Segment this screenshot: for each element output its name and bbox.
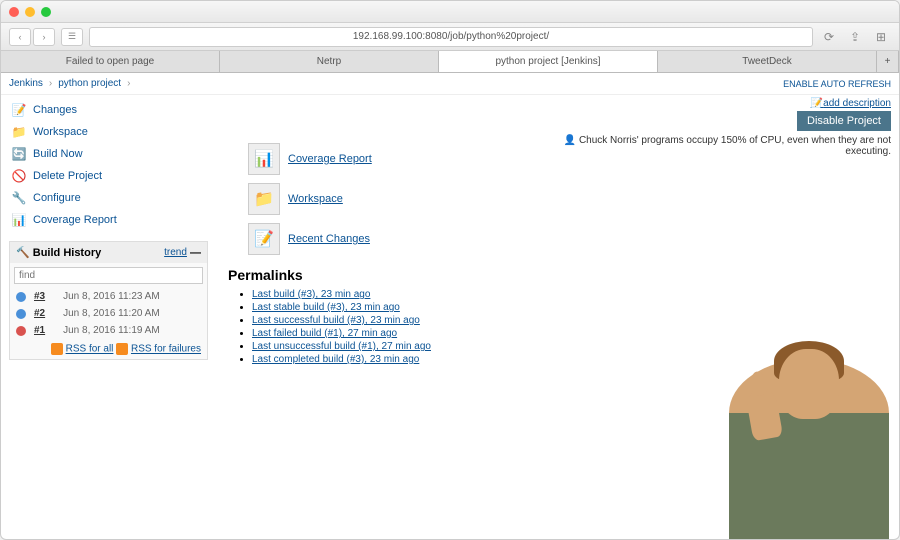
breadcrumb-root[interactable]: Jenkins [9, 78, 43, 89]
build-row[interactable]: #3 Jun 8, 2016 11:23 AM [10, 288, 207, 305]
coverage-report-main-icon: 📊 [248, 143, 280, 175]
tab-0[interactable]: Failed to open page [1, 51, 220, 72]
build-number: #3 [34, 291, 45, 302]
sidebar-item-configure[interactable]: 🔧 Configure [9, 187, 208, 209]
content: 📝 Changes 📁 Workspace 🔄 Build Now 🚫 Delete Proj… [1, 95, 899, 539]
share-icon[interactable]: ⇪ [845, 28, 865, 46]
build-history-title: Build History [33, 247, 101, 259]
workspace-icon: 📁 [11, 124, 27, 140]
build-row[interactable]: #1 Jun 8, 2016 11:19 AM [10, 322, 207, 339]
new-tab-button[interactable]: + [877, 51, 899, 72]
coverage-report-icon: 📊 [11, 212, 27, 228]
build-number: #2 [34, 308, 45, 319]
coverage-report-main-link[interactable]: Coverage Report [288, 153, 372, 165]
sidebar-item-changes[interactable]: 📝 Changes [9, 99, 208, 121]
permalink-item: Last failed build (#1), 27 min ago [252, 328, 887, 339]
sidebar-item-label: Configure [33, 192, 81, 204]
add-description-link[interactable]: 📝add description [811, 98, 891, 109]
permalink-link[interactable]: Last completed build (#3), 23 min ago [252, 354, 419, 365]
permalink-item: Last successful build (#3), 23 min ago [252, 315, 887, 326]
build-date: Jun 8, 2016 11:20 AM [63, 308, 160, 319]
recent-changes-main-icon: 📝 [248, 223, 280, 255]
permalink-item: Last stable build (#3), 23 min ago [252, 302, 887, 313]
edit-icon: 📝 [811, 98, 823, 109]
breadcrumb-project[interactable]: python project [58, 78, 121, 89]
status-ball-icon [16, 309, 26, 319]
sidebar-item-coverage-report[interactable]: 📊 Coverage Report [9, 209, 208, 231]
rss-icon [51, 343, 63, 355]
recent-changes-main: 📝 Recent Changes [248, 223, 887, 255]
window-controls [9, 7, 51, 17]
chevron-right-icon: › [49, 78, 52, 89]
permalink-link[interactable]: Last successful build (#3), 23 min ago [252, 315, 420, 326]
configure-icon: 🔧 [11, 190, 27, 206]
toolbar: ‹ › ☰ 192.168.99.100:8080/job/python%20p… [1, 23, 899, 51]
sidebar-item-label: Workspace [33, 126, 88, 138]
sidebar-item-delete-project[interactable]: 🚫 Delete Project [9, 165, 208, 187]
permalink-link[interactable]: Last failed build (#1), 27 min ago [252, 328, 397, 339]
chuck-icon: 👤 [564, 135, 576, 146]
permalink-link[interactable]: Last stable build (#3), 23 min ago [252, 302, 400, 313]
tab-2[interactable]: python project [Jenkins] [439, 51, 658, 72]
permalink-link[interactable]: Last build (#3), 23 min ago [252, 289, 370, 300]
sidebar-item-label: Coverage Report [33, 214, 117, 226]
build-date: Jun 8, 2016 11:19 AM [63, 325, 160, 336]
build-history-panel: 🔨 Build History trend — #3 Jun 8, 2016 11… [9, 241, 208, 360]
status-ball-icon [16, 292, 26, 302]
changes-icon: 📝 [11, 102, 27, 118]
workspace-main-icon: 📁 [248, 183, 280, 215]
build-number: #1 [34, 325, 45, 336]
back-button[interactable]: ‹ [9, 28, 31, 46]
browser-window: ‹ › ☰ 192.168.99.100:8080/job/python%20p… [0, 0, 900, 540]
sidebar-item-label: Delete Project [33, 170, 102, 182]
permalinks-title: Permalinks [228, 267, 887, 283]
sidebar-item-workspace[interactable]: 📁 Workspace [9, 121, 208, 143]
recent-changes-main-link[interactable]: Recent Changes [288, 233, 370, 245]
workspace-main: 📁 Workspace [248, 183, 887, 215]
collapse-icon[interactable]: — [187, 247, 201, 259]
forward-button[interactable]: › [33, 28, 55, 46]
titlebar [1, 1, 899, 23]
tabs-icon[interactable]: ⊞ [871, 28, 891, 46]
permalink-item: Last build (#3), 23 min ago [252, 289, 887, 300]
close-icon[interactable] [9, 7, 19, 17]
rss-all-link[interactable]: RSS for all [66, 344, 114, 355]
build-icon: 🔨 [16, 246, 30, 259]
build-find-input[interactable] [14, 267, 203, 284]
build-row[interactable]: #2 Jun 8, 2016 11:20 AM [10, 305, 207, 322]
rss-failures-link[interactable]: RSS for failures [131, 344, 201, 355]
sidebar-item-label: Build Now [33, 148, 83, 160]
tab-1[interactable]: Netrp [220, 51, 439, 72]
rss-icon [116, 343, 128, 355]
sidebar: 📝 Changes 📁 Workspace 🔄 Build Now 🚫 Delete Proj… [1, 95, 216, 539]
build-date: Jun 8, 2016 11:23 AM [63, 291, 160, 302]
breadcrumb: Jenkins › python project › ENABLE AUTO R… [1, 73, 899, 95]
sidebar-item-label: Changes [33, 104, 77, 116]
rss-row: RSS for all RSS for failures [10, 339, 207, 359]
enable-auto-refresh-link[interactable]: ENABLE AUTO REFRESH [783, 79, 891, 89]
build-history-header: 🔨 Build History trend — [10, 242, 207, 263]
chevron-right-icon: › [127, 78, 130, 89]
sidebar-toggle-button[interactable]: ☰ [61, 28, 83, 46]
status-ball-icon [16, 326, 26, 336]
disable-project-button[interactable]: Disable Project [797, 111, 891, 131]
minimize-icon[interactable] [25, 7, 35, 17]
build-now-icon: 🔄 [11, 146, 27, 162]
workspace-main-link[interactable]: Workspace [288, 193, 343, 205]
url-bar[interactable]: 192.168.99.100:8080/job/python%20project… [89, 27, 813, 47]
reload-icon[interactable]: ⟳ [819, 28, 839, 46]
chuck-norris-quote: 👤 Chuck Norris' programs occupy 150% of … [551, 135, 891, 157]
permalink-link[interactable]: Last unsuccessful build (#1), 27 min ago [252, 341, 431, 352]
sidebar-item-build-now[interactable]: 🔄 Build Now [9, 143, 208, 165]
trend-link[interactable]: trend [164, 247, 187, 258]
delete-project-icon: 🚫 [11, 168, 27, 184]
top-actions: 📝add description Disable Project 👤 Chuck… [551, 97, 891, 157]
tab-3[interactable]: TweetDeck [658, 51, 877, 72]
tab-bar: Failed to open page Netrp python project… [1, 51, 899, 73]
chuck-norris-image [729, 359, 889, 539]
maximize-icon[interactable] [41, 7, 51, 17]
main: 📝add description Disable Project 👤 Chuck… [216, 95, 899, 539]
